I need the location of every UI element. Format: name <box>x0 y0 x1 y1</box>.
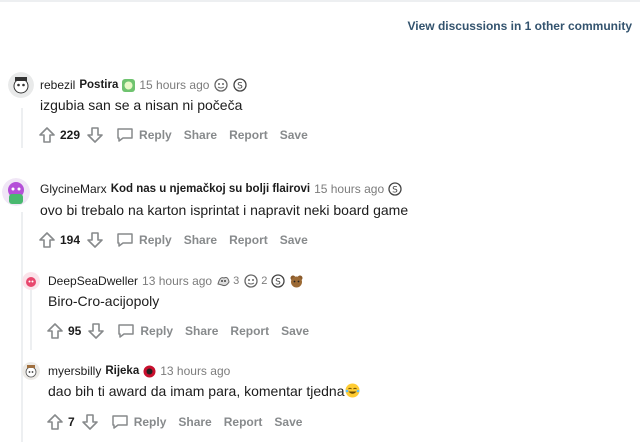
reply-button[interactable]: Reply <box>116 127 172 143</box>
timestamp[interactable]: 15 hours ago <box>139 78 209 92</box>
vote-count: 229 <box>60 128 81 142</box>
report-button[interactable]: Report <box>230 324 269 338</box>
avatar[interactable] <box>8 72 34 98</box>
award-icon[interactable] <box>213 78 229 92</box>
share-button[interactable]: Share <box>185 324 218 338</box>
svg-text:S: S <box>238 82 244 92</box>
comment-body: dao bih ti award da imam para, komentar … <box>48 383 360 399</box>
vote-count: 7 <box>68 415 75 429</box>
reply-button[interactable]: Reply <box>116 232 172 248</box>
user-flair: Rijeka <box>105 365 140 377</box>
reply-label: Reply <box>133 415 167 429</box>
downvote-icon[interactable] <box>86 126 104 144</box>
timestamp[interactable]: 15 hours ago <box>314 182 384 196</box>
comment-actions: 95 Reply Share Report Save <box>46 322 321 340</box>
downvote-icon[interactable] <box>86 231 104 249</box>
comment-bubble-icon <box>118 324 135 338</box>
reply-label: Reply <box>139 233 172 247</box>
reply-button[interactable]: Reply <box>111 414 167 430</box>
share-button[interactable]: Share <box>184 128 217 142</box>
timestamp[interactable]: 13 hours ago <box>160 364 230 378</box>
reply-label: Reply <box>140 324 174 338</box>
comment-body: izgubia san se a nisan ni počeča <box>40 97 243 113</box>
save-button[interactable]: Save <box>281 324 309 338</box>
comment-actions: 229 Reply Share Report Save <box>38 126 320 144</box>
award-icon[interactable]: S <box>271 274 286 288</box>
svg-text:S: S <box>392 186 398 196</box>
award-icon[interactable] <box>289 274 304 288</box>
avatar[interactable] <box>22 362 40 380</box>
username[interactable]: GlycineMarx <box>40 182 107 196</box>
comment-bubble-icon <box>117 233 133 247</box>
comment-meta: GlycineMarx Kod nas u njemačkoj su bolji… <box>40 182 402 196</box>
comment-bubble-icon <box>117 128 133 142</box>
flair-emoji-icon <box>143 365 156 378</box>
username[interactable]: myersbilly <box>48 364 101 378</box>
comment-body: ovo bi trebalo na karton isprintat i nap… <box>40 202 409 218</box>
user-flair: Postira <box>79 79 119 91</box>
svg-text:S: S <box>276 278 282 288</box>
comment-meta: myersbilly Rijeka 13 hours ago <box>48 364 230 378</box>
upvote-icon[interactable] <box>38 231 56 249</box>
comment-actions: 7 Reply Share Report Save <box>46 413 314 431</box>
award-icon[interactable]: S <box>233 78 248 92</box>
reply-label: Reply <box>139 128 172 142</box>
avatar[interactable] <box>22 272 40 290</box>
comment-bubble-icon <box>111 415 128 429</box>
share-button[interactable]: Share <box>178 415 211 429</box>
thread-line <box>21 108 23 148</box>
vote-count: 194 <box>60 233 81 247</box>
username[interactable]: DeepSeaDweller <box>48 274 138 288</box>
comment-meta: rebezil Postira 15 hours ago S <box>40 78 248 92</box>
save-button[interactable]: Save <box>280 128 308 142</box>
downvote-icon[interactable] <box>81 413 99 431</box>
award-count: 2 <box>261 275 268 287</box>
comment-body: Biro-Cro-acijopoly <box>48 293 160 309</box>
avatar[interactable] <box>2 178 30 206</box>
reply-button[interactable]: Reply <box>117 323 173 339</box>
downvote-icon[interactable] <box>87 322 105 340</box>
report-button[interactable]: Report <box>229 128 268 142</box>
comment-body-text: dao bih ti award da imam para, komentar … <box>48 383 345 399</box>
vote-count: 95 <box>68 324 82 338</box>
thread-line <box>30 290 32 350</box>
comment-actions: 194 Reply Share Report Save <box>38 231 320 249</box>
view-other-discussions-link[interactable]: View discussions in 1 other community <box>407 19 632 33</box>
award-icon[interactable] <box>216 274 231 288</box>
flair-emoji-icon <box>122 78 136 92</box>
comment-meta: DeepSeaDweller 13 hours ago 3 2 S <box>48 274 304 288</box>
award-icon[interactable] <box>243 274 259 288</box>
save-button[interactable]: Save <box>280 233 308 247</box>
upvote-icon[interactable] <box>46 413 64 431</box>
award-count: 3 <box>233 275 240 287</box>
top-divider <box>0 0 640 2</box>
report-button[interactable]: Report <box>229 233 268 247</box>
award-icon[interactable]: S <box>388 182 402 196</box>
share-button[interactable]: Share <box>184 233 217 247</box>
upvote-icon[interactable] <box>46 322 64 340</box>
username[interactable]: rebezil <box>40 78 75 92</box>
laughing-emoji-icon <box>345 383 360 398</box>
save-button[interactable]: Save <box>274 415 302 429</box>
thread-line <box>21 212 23 442</box>
timestamp[interactable]: 13 hours ago <box>142 274 212 288</box>
user-flair: Kod nas u njemačkoj su bolji flairovi <box>110 183 311 195</box>
report-button[interactable]: Report <box>224 415 263 429</box>
upvote-icon[interactable] <box>38 126 56 144</box>
